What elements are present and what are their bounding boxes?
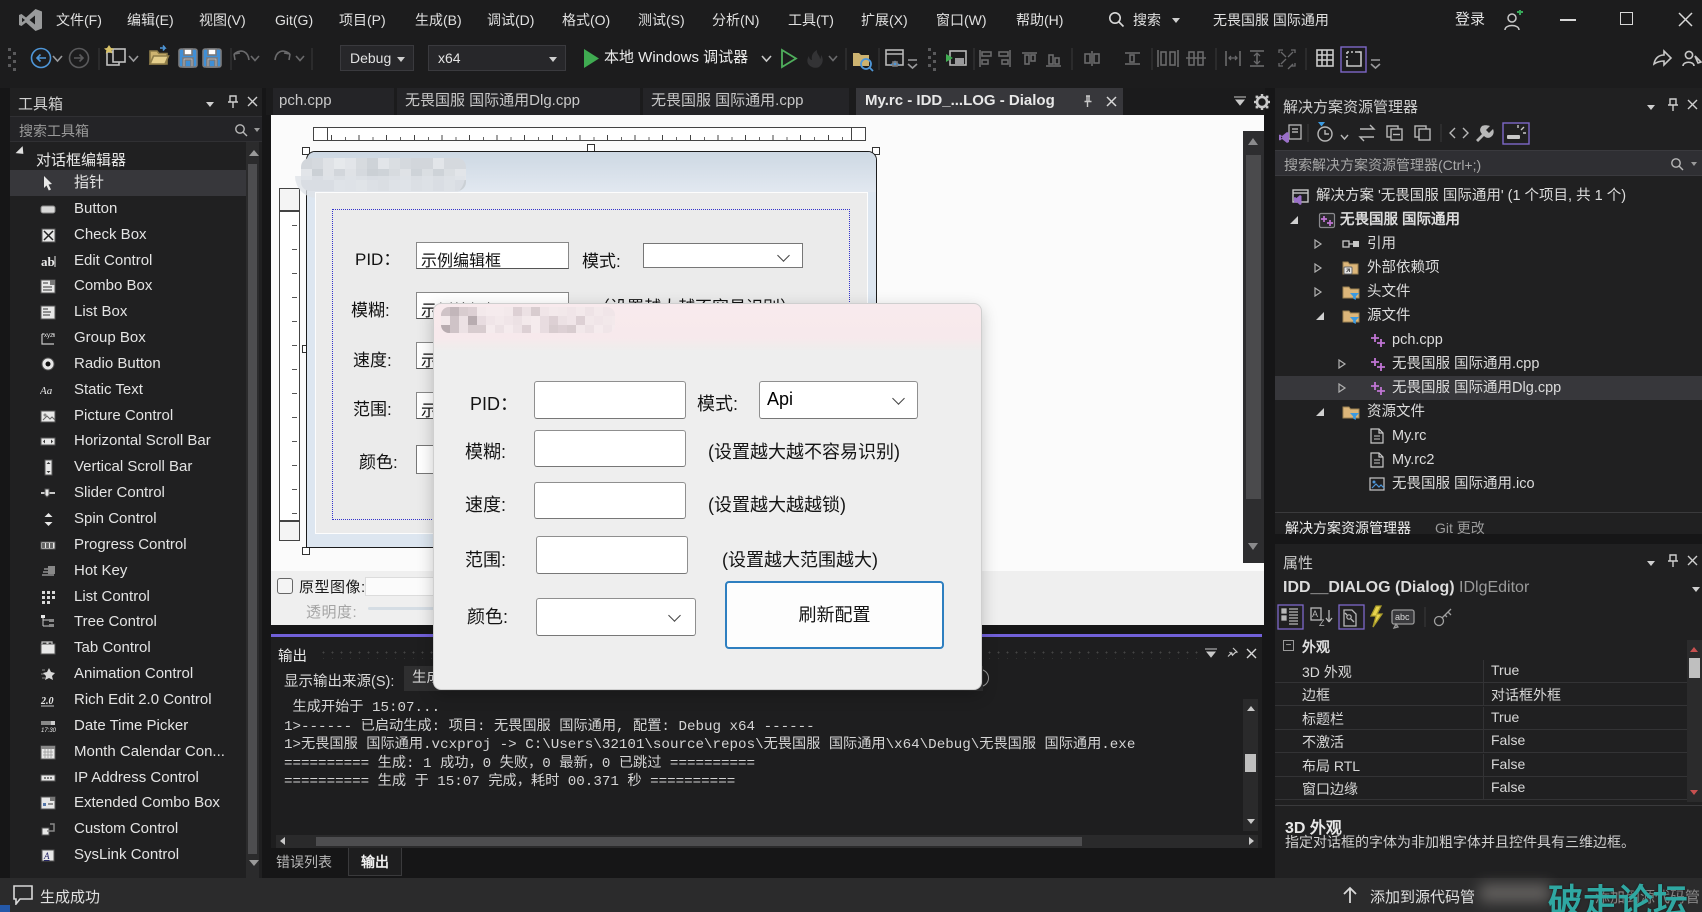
svg-text:Z: Z <box>1319 618 1325 628</box>
svg-text:abc: abc <box>1395 612 1410 622</box>
svg-text:Aa: Aa <box>40 385 53 397</box>
svg-text:A: A <box>1312 609 1318 619</box>
svg-text:xyz: xyz <box>44 333 53 339</box>
svg-text:A: A <box>43 851 50 861</box>
svg-text:2.0: 2.0 <box>40 696 54 707</box>
svg-text:ab: ab <box>41 254 55 269</box>
svg-text:17:30: 17:30 <box>41 728 57 734</box>
